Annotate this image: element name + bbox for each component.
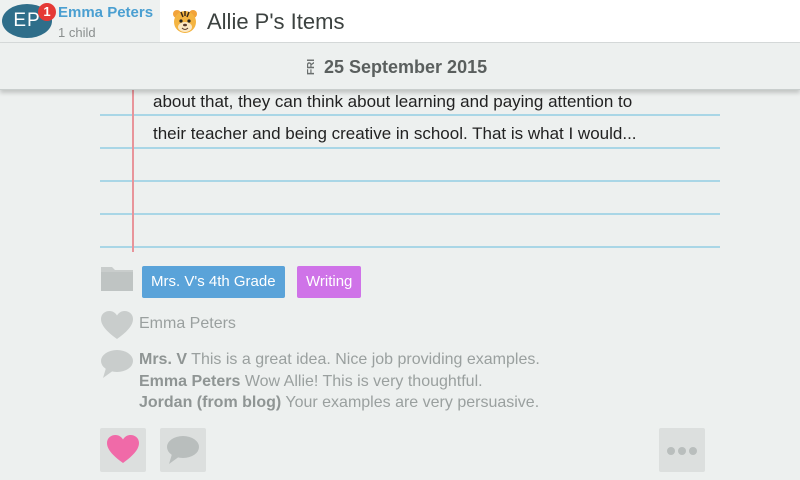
comment-author: Mrs. V (139, 351, 188, 368)
post-text-line: their teacher and being creative in scho… (153, 124, 637, 143)
like-button[interactable] (100, 428, 146, 472)
heart-outline-icon (101, 311, 133, 339)
paper-rule (100, 246, 720, 248)
paper-margin-line (132, 89, 134, 252)
entry-date: 25 September 2015 (324, 57, 488, 77)
account-switcher[interactable]: EP 1 Emma Peters 1 child (0, 0, 160, 42)
comment-author: Emma Peters (139, 373, 241, 390)
heart-icon (107, 435, 139, 463)
liked-by: Emma Peters (139, 315, 236, 332)
paper-rule (100, 147, 720, 149)
folder-icon (101, 267, 133, 291)
more-dots-icon (667, 447, 697, 455)
tag-writing[interactable]: Writing (297, 266, 362, 298)
paper-rule (100, 180, 720, 182)
comment-text: Your examples are very persuasive. (285, 394, 540, 411)
paper-rule (100, 213, 720, 215)
account-subtitle: 1 child (58, 25, 96, 40)
comment-author: Jordan (from blog) (139, 394, 282, 411)
post-text-line: about that, they can think about learnin… (153, 92, 633, 111)
day-of-week: FRI (306, 58, 317, 76)
more-options-button[interactable] (659, 428, 705, 472)
comment-item: Emma Peters Wow Allie! This is very thou… (139, 373, 483, 391)
speech-bubble-icon (101, 350, 133, 378)
page-title: Allie P's Items (207, 9, 345, 34)
comment-text: Wow Allie! This is very thoughtful. (244, 373, 483, 390)
paper-rule (100, 114, 720, 116)
tiger-icon (173, 10, 197, 33)
comment-item: Jordan (from blog) Your examples are ver… (139, 394, 539, 412)
top-bar: EP 1 Emma Peters 1 child Allie P's Items (0, 0, 800, 43)
account-name: Emma Peters (58, 4, 154, 21)
tag-class[interactable]: Mrs. V's 4th Grade (142, 266, 285, 298)
comment-text: This is a great idea. Nice job providing… (191, 351, 540, 368)
comment-item: Mrs. V This is a great idea. Nice job pr… (139, 351, 540, 369)
notification-badge: 1 (38, 3, 56, 21)
comment-button[interactable] (160, 428, 206, 472)
post-content[interactable]: about that, they can think about learnin… (100, 89, 720, 252)
speech-bubble-icon (167, 436, 199, 464)
